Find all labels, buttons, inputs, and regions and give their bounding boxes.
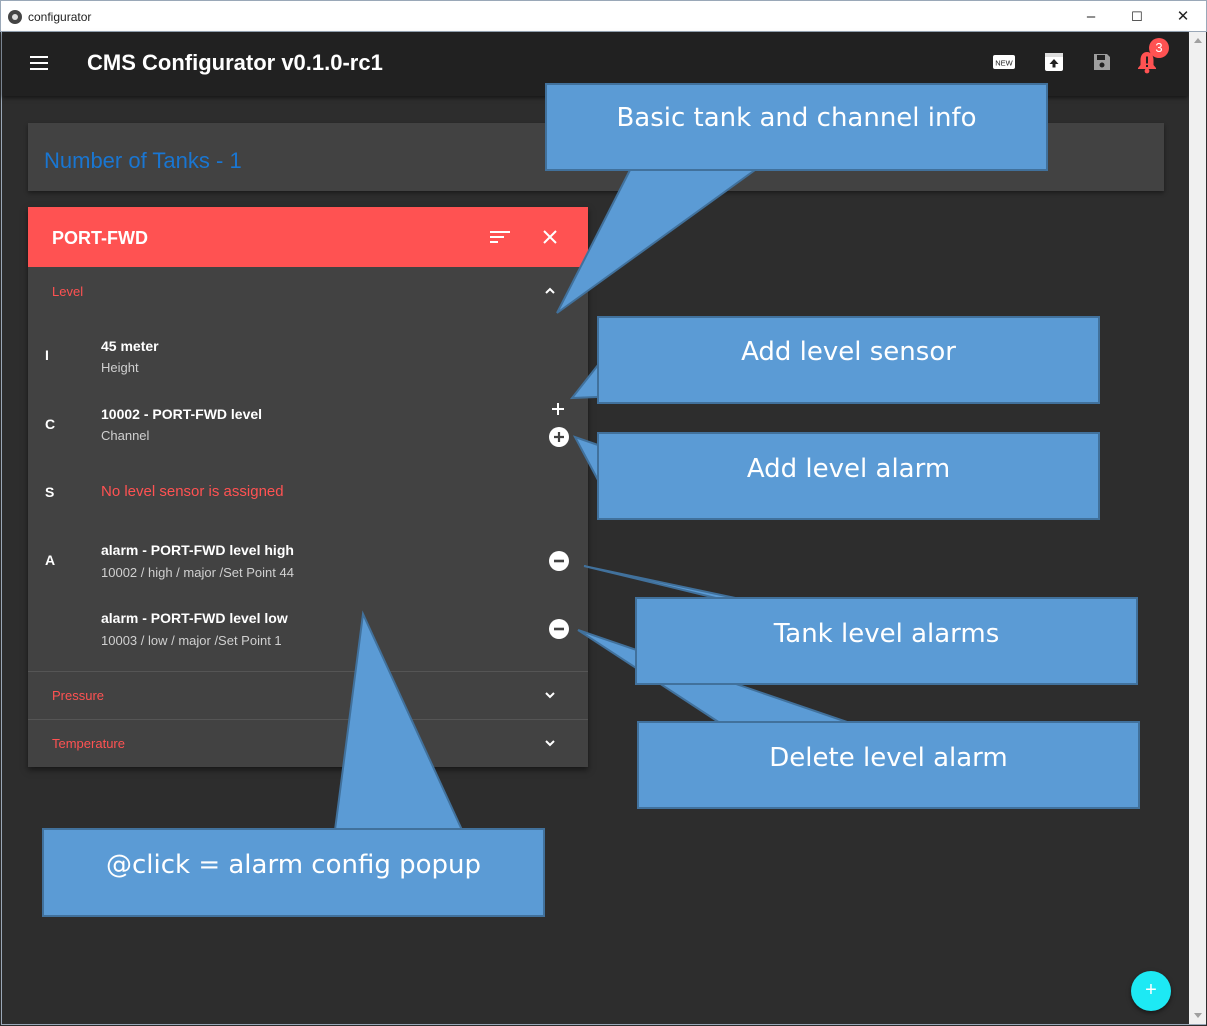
save-icon [1094, 54, 1110, 70]
save-button[interactable] [1090, 50, 1114, 74]
delete-alarm-low-button[interactable] [549, 619, 569, 639]
chevron-down-icon[interactable] [544, 689, 556, 701]
callout-basic-info: Basic tank and channel info [545, 83, 1048, 171]
sensor-row-letter: S [45, 484, 55, 500]
sort-icon[interactable] [490, 229, 512, 245]
vertical-scrollbar[interactable] [1189, 32, 1206, 1024]
new-config-button[interactable]: NEW [992, 50, 1016, 74]
scroll-up-icon[interactable] [1194, 38, 1202, 43]
divider [28, 671, 588, 672]
tank-card: PORT-FWD Level I 45 meter Height C 10002… [28, 207, 588, 767]
tank-name: PORT-FWD [52, 228, 148, 248]
add-level-alarm-button[interactable] [549, 427, 569, 447]
channel-row-letter: C [45, 416, 56, 432]
open-file-button[interactable] [1042, 50, 1066, 74]
window-title: configurator [28, 10, 92, 24]
menu-icon[interactable] [30, 56, 48, 70]
add-level-sensor-icon[interactable] [551, 402, 565, 416]
alarm-title[interactable]: alarm - PORT-FWD level low [101, 610, 288, 626]
alarm-title[interactable]: alarm - PORT-FWD level high [101, 542, 294, 558]
info-row-letter: I [45, 347, 49, 363]
notifications-button[interactable]: 3 [1135, 38, 1169, 74]
callout-tank-alarms: Tank level alarms [635, 597, 1138, 685]
channel-value: 10002 - PORT-FWD level [101, 406, 263, 422]
svg-text:NEW: NEW [995, 59, 1013, 68]
minus-circle-icon [554, 627, 564, 631]
alarm-details[interactable]: 10003 / low / major /Set Point 1 [101, 633, 282, 648]
app-logo-icon [8, 10, 22, 24]
app-title: CMS Configurator v0.1.0-rc1 [87, 50, 383, 75]
minus-circle-icon [554, 559, 564, 563]
delete-alarm-high-button[interactable] [549, 551, 569, 571]
tank-count: Number of Tanks - 1 [44, 148, 242, 173]
no-sensor-warning: No level sensor is assigned [101, 483, 284, 500]
close-tank-icon[interactable] [543, 230, 557, 244]
minimize-button[interactable]: – [1078, 7, 1104, 27]
divider [28, 719, 588, 720]
alarm-details[interactable]: 10002 / high / major /Set Point 44 [101, 565, 294, 580]
callout-delete-alarm: Delete level alarm [637, 721, 1140, 809]
temperature-section-header[interactable]: Temperature [52, 736, 125, 751]
notification-badge: 3 [1149, 38, 1169, 58]
pressure-section-header[interactable]: Pressure [52, 688, 104, 703]
callout-click-popup: @click = alarm config popup [42, 828, 545, 917]
tank-card-header: PORT-FWD [28, 207, 588, 267]
height-value: 45 meter [101, 338, 159, 354]
new-icon: NEW [993, 55, 1015, 69]
close-window-button[interactable]: ✕ [1170, 7, 1196, 27]
level-section-header[interactable]: Level [52, 284, 83, 299]
callout-add-alarm: Add level alarm [597, 432, 1100, 520]
alarm-row-letter: A [45, 552, 56, 568]
channel-label: Channel [101, 428, 150, 443]
chevron-up-icon[interactable] [544, 285, 556, 297]
chevron-down-icon[interactable] [544, 737, 556, 749]
maximize-button[interactable]: ☐ [1124, 7, 1150, 27]
height-label: Height [101, 360, 139, 375]
callout-add-sensor: Add level sensor [597, 316, 1100, 404]
window-titlebar: configurator – ☐ ✕ [0, 0, 1207, 32]
scroll-down-icon[interactable] [1194, 1013, 1202, 1018]
add-tank-fab[interactable]: + [1131, 971, 1171, 1011]
archive-upload-icon [1045, 53, 1063, 71]
plus-circle-icon [554, 432, 564, 442]
